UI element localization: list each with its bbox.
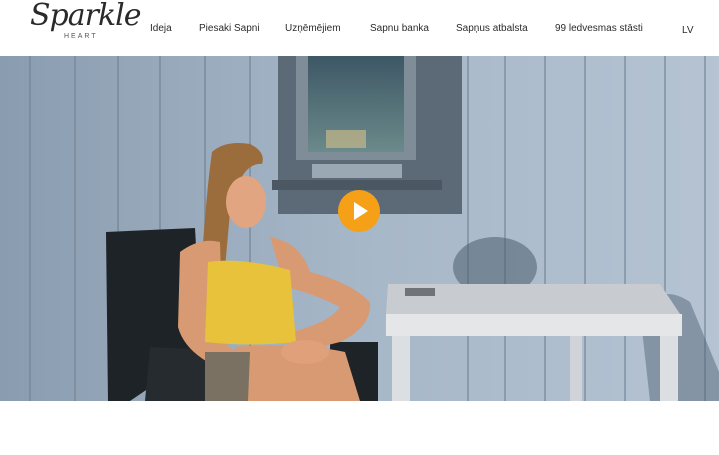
nav-item-uznemejiem[interactable]: Uzņēmējiem — [285, 23, 341, 34]
main-navigation: Ideja Piesaki Sapni Uzņēmējiem Sapnu ban… — [0, 23, 719, 37]
torn-paper-edge — [0, 42, 719, 55]
nav-item-ideja[interactable]: Ideja — [150, 23, 172, 34]
nav-item-sapnus-atbalsta[interactable]: Sapņus atbalsta — [456, 23, 528, 34]
nav-item-99-iedvesmas-stasti[interactable]: 99 ledvesmas stāsti — [555, 23, 643, 34]
nav-item-piesaki-sapni[interactable]: Piesaki Sapni — [199, 23, 260, 34]
play-video-button[interactable] — [338, 190, 380, 232]
language-switcher[interactable]: LV — [682, 25, 694, 36]
play-icon — [354, 202, 368, 220]
nav-item-sapnu-banka[interactable]: Sapnu banka — [370, 23, 429, 34]
